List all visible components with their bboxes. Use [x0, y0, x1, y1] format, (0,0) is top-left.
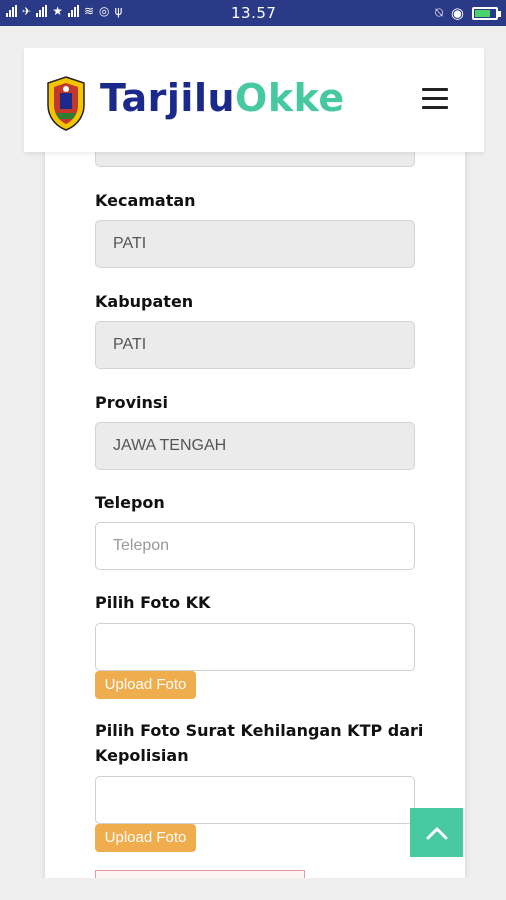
site-header: TarjiluOkke	[24, 48, 484, 152]
scroll-to-top-button[interactable]	[410, 808, 463, 857]
upload-foto-kk-button[interactable]: Upload Foto	[95, 671, 196, 699]
kabupaten-label: Kabupaten	[95, 292, 194, 311]
star-icon: ★	[52, 4, 63, 18]
foto-kehilangan-label-line2: Kepolisian	[95, 746, 189, 765]
provinsi-label: Provinsi	[95, 393, 168, 412]
chevron-up-icon	[426, 827, 447, 839]
signal-icon-2	[36, 5, 48, 17]
status-icons-left: ✈ ★ ≋ ◎ ψ	[6, 4, 122, 18]
eye-icon: ◉	[450, 4, 464, 22]
volte-icon: ✈	[22, 4, 32, 18]
hamburger-menu-button[interactable]	[422, 88, 448, 110]
foto-kehilangan-label-line1: Pilih Foto Surat Kehilangan KTP dari	[95, 721, 424, 740]
uploaded-image-preview	[95, 870, 305, 878]
bottom-area	[0, 878, 506, 900]
whatsapp-icon: ◎	[99, 4, 110, 18]
wifi-icon: ≋	[83, 4, 95, 18]
kabupaten-field: PATI	[95, 321, 415, 369]
hamburger-icon	[422, 88, 448, 91]
usb-icon: ψ	[114, 4, 123, 18]
hamburger-icon-line2	[422, 97, 448, 100]
brand-name[interactable]: TarjiluOkke	[100, 76, 345, 120]
battery-icon	[472, 6, 501, 20]
alarm-off-icon: ⍉	[435, 5, 443, 21]
foto-kk-label: Pilih Foto KK	[95, 593, 211, 612]
foto-kk-file-field[interactable]	[95, 623, 415, 671]
logo-emblem-icon[interactable]	[44, 75, 88, 131]
brand-part2: Okke	[235, 76, 345, 120]
telepon-input[interactable]	[95, 522, 415, 570]
signal-icon	[6, 5, 17, 17]
provinsi-field: JAWA TENGAH	[95, 422, 415, 470]
telepon-label: Telepon	[95, 493, 165, 512]
signal-icon-3	[67, 5, 79, 17]
kecamatan-label: Kecamatan	[95, 191, 196, 210]
status-bar: ✈ ★ ≋ ◎ ψ 13.57 ⍉ ◉	[0, 0, 506, 26]
upload-foto-kehilangan-button[interactable]: Upload Foto	[95, 824, 196, 852]
kecamatan-field: PATI	[95, 220, 415, 268]
status-time: 13.57	[231, 4, 277, 22]
hamburger-icon-line3	[422, 106, 448, 109]
brand-part1: Tarjilu	[100, 76, 236, 120]
status-icons-right: ⍉ ◉	[435, 4, 501, 22]
foto-kehilangan-file-field[interactable]	[95, 776, 415, 824]
